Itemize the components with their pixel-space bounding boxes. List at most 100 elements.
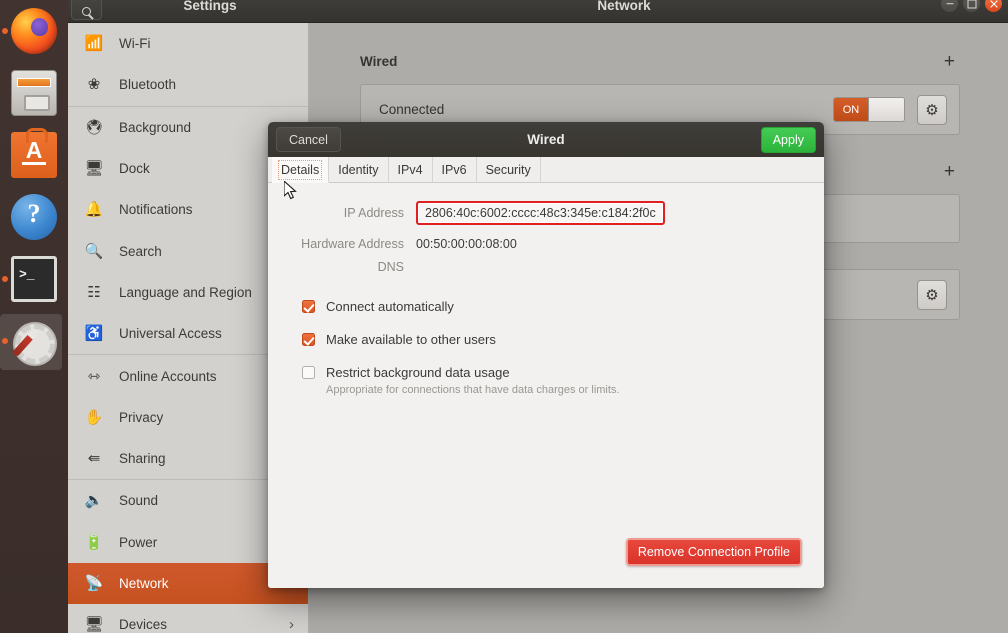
tab-ipv4[interactable]: IPv4 [389, 157, 433, 182]
help-icon [11, 194, 57, 240]
launcher-item-firefox[interactable] [0, 0, 68, 62]
sidebar-item-label: Sound [119, 493, 159, 509]
online-accounts-icon: ⇿ [87, 367, 101, 385]
devices-icon: 🖥 [84, 616, 104, 633]
settings-gear-wrench-icon [11, 318, 57, 364]
hardware-address-value: 00:50:00:00:08:00 [416, 237, 517, 251]
launcher-item-settings[interactable] [0, 310, 68, 372]
power-battery-icon: 🔋 [84, 533, 104, 551]
toggle-knob [868, 98, 904, 121]
tab-label: IPv6 [441, 162, 467, 177]
tab-label: Identity [338, 162, 379, 177]
wired-toggle[interactable]: ON [833, 97, 905, 122]
minimize-button[interactable] [941, 0, 958, 12]
window-titlebar: Settings Network [68, 0, 1008, 23]
sidebar-item-label: Dock [119, 161, 150, 177]
sidebar-item-label: Network [119, 576, 169, 591]
background-icon: 🖲 [84, 118, 104, 136]
gear-icon: ⚙ [925, 101, 939, 119]
make-available-checkbox[interactable] [302, 333, 315, 346]
launcher-item-files[interactable] [0, 62, 68, 124]
checkbox-row-make-available[interactable]: Make available to other users [302, 331, 824, 349]
ip-address-value: 2806:40c:6002:cccc:48c3:345e:c184:2f0c [416, 201, 665, 225]
maximize-button[interactable] [963, 0, 980, 12]
chevron-right-icon: › [289, 616, 294, 633]
checkbox-label: Connect automatically [326, 299, 454, 314]
add-second-button[interactable]: + [939, 161, 960, 182]
tab-details[interactable]: Details [272, 157, 330, 183]
apply-button[interactable]: Apply [760, 126, 816, 153]
sidebar-item-label: Privacy [119, 409, 164, 425]
launcher-item-software[interactable] [0, 124, 68, 186]
restrict-background-checkbox[interactable] [302, 366, 315, 379]
unity-launcher [0, 0, 68, 633]
files-icon [11, 70, 57, 116]
page-title-settings: Settings [183, 0, 237, 13]
sidebar-item-label: Sharing [119, 451, 166, 467]
sidebar-item-label: Search [119, 243, 162, 259]
checkbox-label: Make available to other users [326, 332, 496, 347]
checkbox-label: Restrict background data usage [326, 365, 510, 380]
sidebar-item-wifi[interactable]: 📶 Wi-Fi [68, 23, 308, 64]
sidebar-item-label: Notifications [119, 202, 193, 218]
dialog-checkbox-group: Connect automatically Make available to … [302, 298, 824, 396]
network-icon: 📡 [84, 575, 104, 592]
tab-identity[interactable]: Identity [329, 157, 389, 182]
sidebar-item-bluetooth[interactable]: ❀ Bluetooth [68, 64, 308, 105]
sidebar-item-label: Language and Region [119, 284, 252, 300]
bell-icon: 🔔 [84, 201, 104, 219]
checkbox-sublabel: Appropriate for connections that have da… [326, 384, 620, 396]
bluetooth-icon: ❀ [87, 76, 101, 94]
checkbox-row-restrict-background[interactable]: Restrict background data usage Appropria… [302, 364, 824, 396]
dock-icon: 🖥 [84, 160, 104, 178]
screen: Settings Network 📶 Wi-Fi ❀ Bluetooth 🖲 B… [0, 0, 1008, 633]
search-icon [82, 7, 91, 16]
hardware-address-label: Hardware Address [301, 237, 404, 251]
dns-label: DNS [377, 260, 404, 274]
sidebar-item-label: Universal Access [119, 326, 222, 342]
wired-status: Connected [379, 102, 445, 117]
search-icon: 🔍 [84, 242, 104, 260]
connect-automatically-checkbox[interactable] [302, 300, 315, 313]
remove-connection-profile-button[interactable]: Remove Connection Profile [625, 538, 802, 566]
search-button[interactable] [71, 0, 102, 20]
sidebar-item-devices[interactable]: 🖥 Devices › [68, 604, 308, 633]
launcher-item-terminal[interactable] [0, 248, 68, 310]
tab-label: Details [277, 159, 323, 180]
ubuntu-software-icon [11, 128, 57, 178]
terminal-icon [11, 256, 57, 302]
gear-icon: ⚙ [925, 286, 939, 304]
firefox-icon [11, 8, 57, 54]
page-title-network: Network [597, 0, 651, 13]
window-controls [941, 0, 1002, 12]
wired-connection-dialog: Cancel Wired Apply Details Identity IPv4… [268, 122, 824, 588]
wifi-icon: 📶 [84, 35, 104, 53]
field-row-hardware-address: Hardware Address 00:50:00:00:08:00 [268, 237, 824, 251]
launcher-item-help[interactable] [0, 186, 68, 248]
dialog-title: Wired [527, 132, 565, 147]
dialog-tabbar[interactable]: Details Identity IPv4 IPv6 Security [268, 157, 824, 183]
field-row-dns: DNS [268, 260, 824, 274]
wired-group-header: Wired + [360, 51, 960, 72]
toggle-on-label: ON [834, 98, 868, 121]
dialog-titlebar: Cancel Wired Apply [268, 122, 824, 157]
tab-security[interactable]: Security [477, 157, 541, 182]
sidebar-item-label: Power [119, 534, 158, 550]
tab-ipv6[interactable]: IPv6 [433, 157, 477, 182]
language-icon: ☷ [87, 283, 101, 301]
dialog-body: IP Address 2806:40c:6002:cccc:48c3:345e:… [268, 183, 824, 588]
field-row-ip-address: IP Address 2806:40c:6002:cccc:48c3:345e:… [268, 201, 824, 225]
sidebar-item-label: Devices [119, 617, 168, 633]
sidebar-item-label: Bluetooth [119, 77, 177, 93]
checkbox-row-connect-automatically[interactable]: Connect automatically [302, 298, 824, 316]
sidebar-item-label: Wi-Fi [119, 36, 151, 52]
tab-label: Security [485, 162, 531, 177]
add-wired-button[interactable]: + [939, 51, 960, 72]
wired-settings-button[interactable]: ⚙ [917, 94, 947, 125]
ip-address-label: IP Address [343, 206, 404, 220]
wired-title: Wired [360, 54, 398, 69]
third-settings-button[interactable]: ⚙ [917, 279, 947, 310]
speaker-icon: 🔈 [84, 492, 104, 510]
privacy-hand-icon: ✋ [84, 408, 104, 426]
close-button[interactable] [985, 0, 1002, 12]
